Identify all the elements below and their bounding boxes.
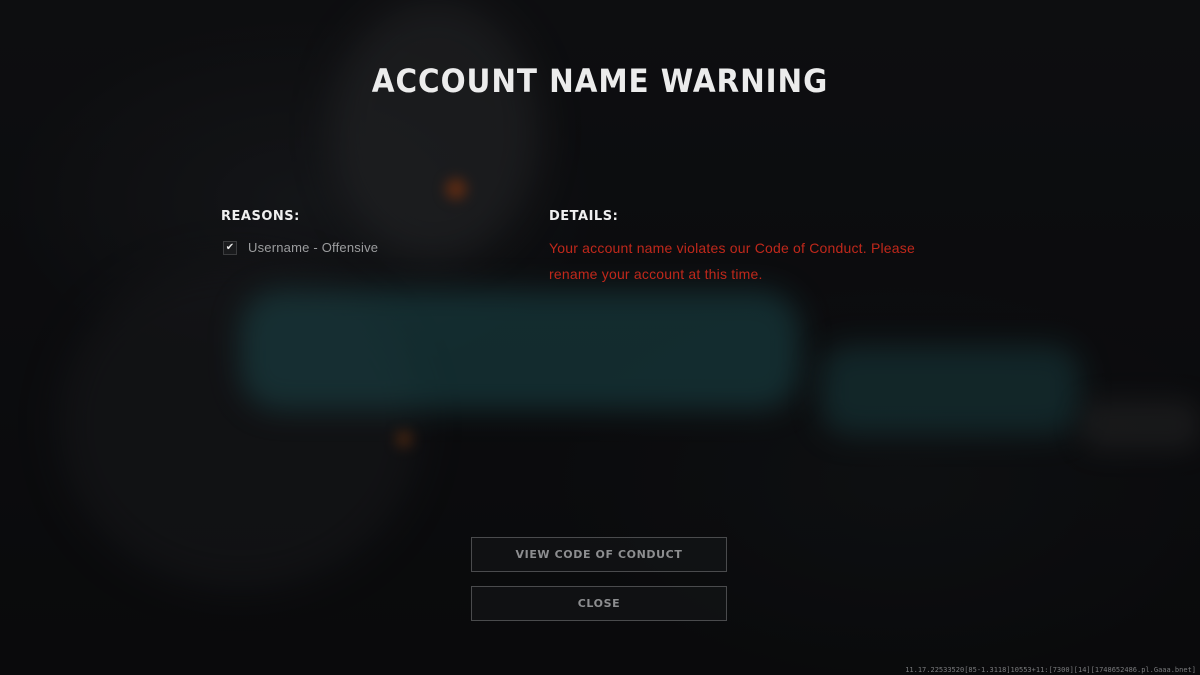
reason-item: ✔ Username - Offensive [223,240,378,255]
build-info: 11.17.22533520[85-1.3118]10553+11:[7300]… [905,666,1196,674]
details-heading: DETAILS: [549,209,619,224]
blurred-background [0,0,1200,675]
reason-label: Username - Offensive [248,240,379,255]
check-icon: ✔ [225,241,235,253]
reasons-heading: REASONS: [221,209,300,224]
close-button[interactable]: CLOSE [471,586,727,621]
details-text: Your account name violates our Code of C… [549,240,915,282]
background-overlay [0,0,1200,675]
reason-checkbox: ✔ [223,240,237,255]
dialog-title: ACCOUNT NAME WARNING [371,62,829,100]
view-code-of-conduct-button[interactable]: VIEW CODE OF CONDUCT [471,537,727,572]
